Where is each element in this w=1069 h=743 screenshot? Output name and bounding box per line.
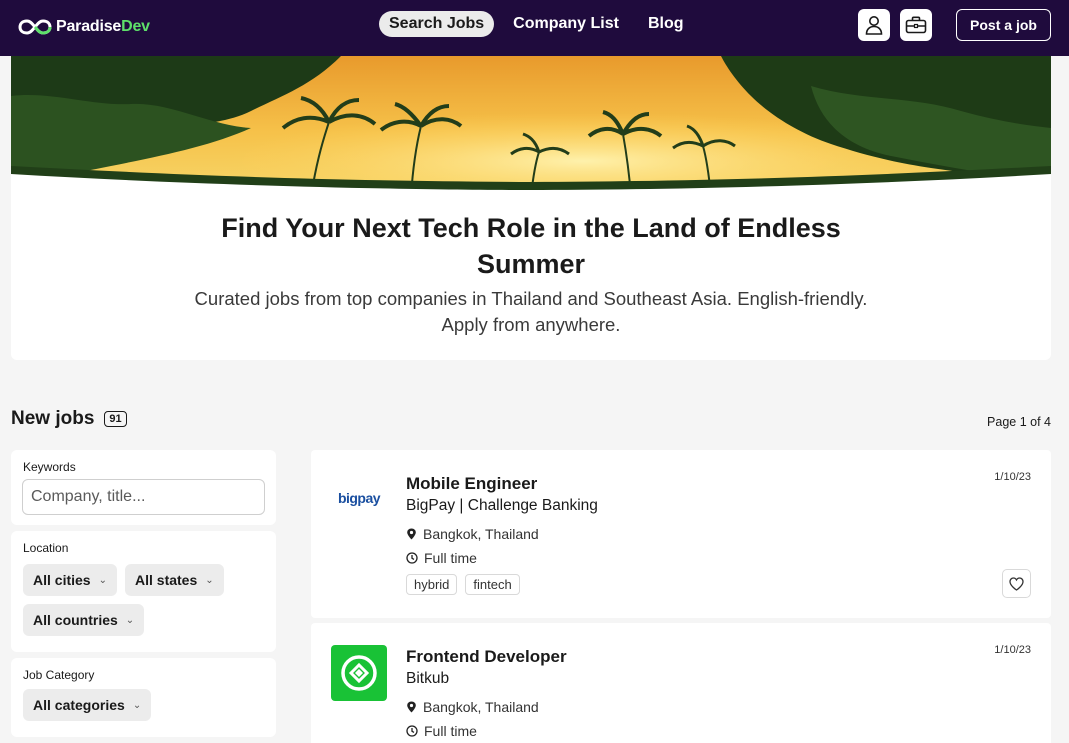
hero-section: Find Your Next Tech Role in the Land of … <box>11 56 1051 360</box>
bitkub-logo-icon <box>341 655 377 691</box>
top-navbar: ParadiseDev Search Jobs Company List Blo… <box>0 0 1069 56</box>
company-logo-bigpay: bigpay <box>331 470 387 526</box>
job-card[interactable]: Frontend Developer Bitkub Bangkok, Thail… <box>311 623 1051 743</box>
logo-text: ParadiseDev <box>56 18 150 36</box>
my-jobs-button[interactable] <box>900 9 932 41</box>
job-location: Bangkok, Thailand <box>406 699 539 715</box>
location-filter-panel: Location All cities ⌄ All states ⌄ All c… <box>11 531 276 652</box>
chevron-down-icon: ⌄ <box>132 699 142 711</box>
job-post-date: 1/10/23 <box>994 471 1031 483</box>
map-pin-icon <box>407 701 416 713</box>
category-filter-panel: Job Category All categories ⌄ <box>11 658 276 737</box>
save-job-button[interactable] <box>1002 569 1031 598</box>
job-company: Bitkub <box>406 670 450 687</box>
job-location-text: Bangkok, Thailand <box>423 526 539 542</box>
location-label: Location <box>23 541 69 555</box>
page-indicator: Page 1 of 4 <box>987 415 1051 429</box>
job-type: Full time <box>406 550 477 566</box>
infinity-logo-icon <box>18 19 52 35</box>
account-button[interactable] <box>858 9 890 41</box>
job-type-text: Full time <box>424 550 477 566</box>
clock-icon <box>406 725 418 737</box>
jobs-count-badge: 91 <box>104 411 127 427</box>
category-select[interactable]: All categories ⌄ <box>23 689 152 721</box>
hero-palm-sunset-image <box>11 56 1051 196</box>
heart-icon <box>1009 576 1024 591</box>
keywords-label: Keywords <box>23 460 76 474</box>
job-card[interactable]: bigpay Mobile Engineer BigPay | Challeng… <box>311 450 1051 618</box>
country-select-value: All countries <box>33 612 118 628</box>
briefcase-icon <box>905 16 927 34</box>
city-select-value: All cities <box>33 572 91 588</box>
logo-text-paradise: Paradise <box>56 18 122 35</box>
nav-link-search-jobs[interactable]: Search Jobs <box>379 11 495 37</box>
bigpay-logo-text: bigpay <box>337 490 381 506</box>
map-pin-icon <box>407 528 416 540</box>
logo-text-dev: Dev <box>121 18 150 35</box>
job-location: Bangkok, Thailand <box>406 526 539 542</box>
keywords-filter-panel: Keywords <box>11 450 276 525</box>
paradisedev-logo[interactable]: ParadiseDev <box>18 17 150 37</box>
chevron-down-icon: ⌄ <box>205 574 214 586</box>
job-tags: hybrid fintech <box>406 574 520 595</box>
job-tag[interactable]: hybrid <box>406 574 458 595</box>
new-jobs-title: New jobs <box>11 408 95 429</box>
category-label: Job Category <box>23 668 95 682</box>
job-location-text: Bangkok, Thailand <box>423 699 539 715</box>
job-company: BigPay | Challenge Banking <box>406 497 598 514</box>
new-jobs-header: New jobs 91 <box>11 408 127 430</box>
nav-links: Search Jobs Company List Blog <box>379 11 703 37</box>
city-select[interactable]: All cities ⌄ <box>23 564 117 596</box>
keywords-search-input[interactable] <box>22 479 265 515</box>
post-a-job-button[interactable]: Post a job <box>956 9 1051 41</box>
hero-subtitle: Curated jobs from top companies in Thail… <box>194 288 868 335</box>
job-type: Full time <box>406 723 477 739</box>
category-select-value: All categories <box>33 697 125 713</box>
state-select[interactable]: All states ⌄ <box>125 564 224 596</box>
job-tag[interactable]: fintech <box>465 574 520 595</box>
job-type-text: Full time <box>424 723 477 739</box>
chevron-down-icon: ⌄ <box>125 614 135 626</box>
country-select[interactable]: All countries ⌄ <box>23 604 145 636</box>
user-icon <box>865 16 883 35</box>
company-logo-bitkub <box>331 645 387 701</box>
job-post-date: 1/10/23 <box>994 644 1031 656</box>
chevron-down-icon: ⌄ <box>98 574 107 586</box>
nav-link-blog[interactable]: Blog <box>638 11 694 37</box>
clock-icon <box>406 552 418 564</box>
hero-title: Find Your Next Tech Role in the Land of … <box>221 213 841 279</box>
job-title[interactable]: Frontend Developer <box>406 647 567 667</box>
job-title[interactable]: Mobile Engineer <box>406 474 537 494</box>
nav-link-company-list[interactable]: Company List <box>503 11 629 37</box>
state-select-value: All states <box>135 572 198 588</box>
